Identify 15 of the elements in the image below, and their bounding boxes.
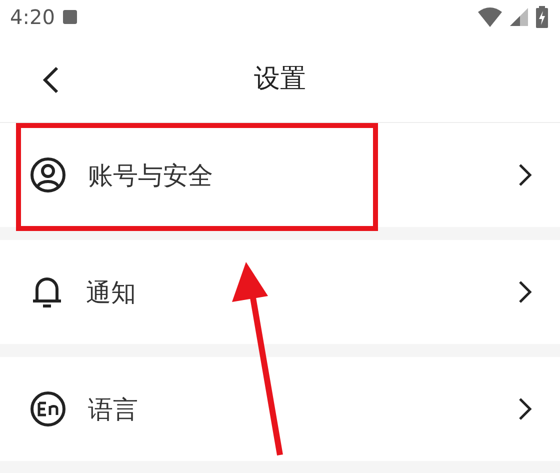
wifi-icon — [478, 7, 502, 27]
chevron-icon — [518, 397, 532, 421]
notification-icon — [62, 10, 77, 24]
battery-icon — [536, 6, 548, 28]
back-icon[interactable] — [42, 66, 60, 94]
chevron-icon — [518, 163, 532, 187]
chevron-icon — [518, 280, 532, 304]
settings-item[interactable]: 账号与安全 — [0, 123, 560, 227]
page-title: 设置 — [254, 62, 306, 96]
language-icon — [30, 391, 66, 427]
signal-icon — [510, 8, 528, 26]
settings-item[interactable]: 通知 — [0, 240, 560, 344]
user-icon — [30, 157, 66, 193]
settings-item[interactable]: 语言 — [0, 357, 560, 461]
status-time: 4:20 — [10, 5, 55, 29]
